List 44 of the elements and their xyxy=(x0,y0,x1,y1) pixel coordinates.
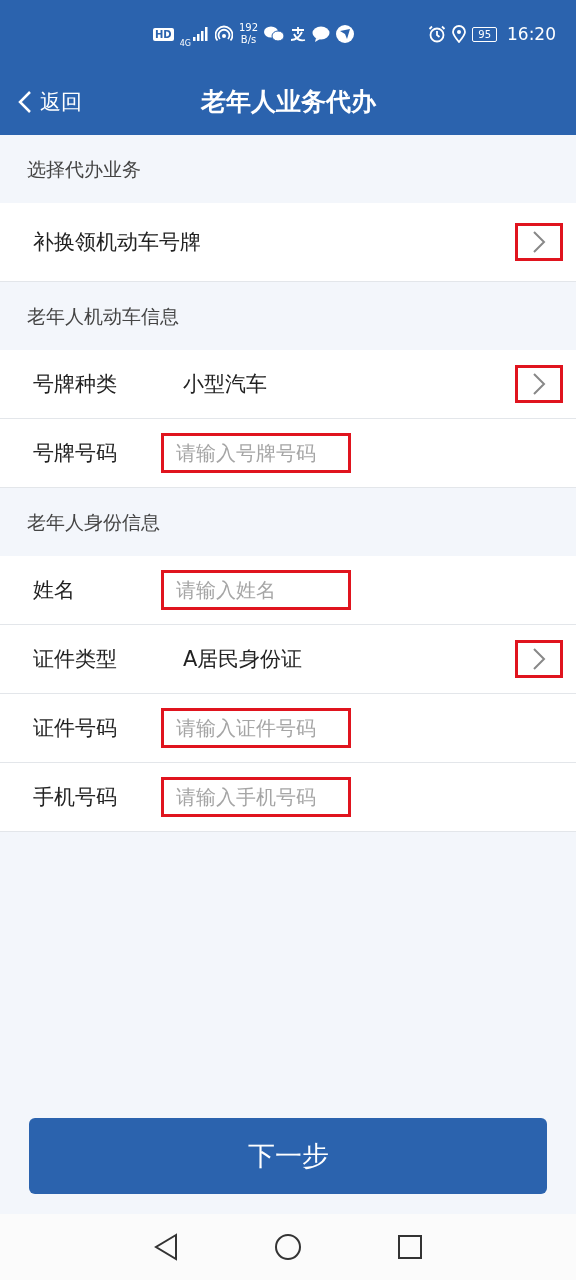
field-label: 证件号码 xyxy=(33,715,118,742)
back-chevron-icon xyxy=(18,90,32,114)
input-field[interactable]: 请输入证件号码 xyxy=(161,708,351,748)
field-label: 证件类型 xyxy=(33,646,118,673)
form-row[interactable]: 姓名 请输入姓名 xyxy=(0,556,576,625)
clock-time: 16:20 xyxy=(507,24,556,44)
form-row[interactable]: 证件号码 请输入证件号码 xyxy=(0,694,576,763)
home-nav-icon[interactable] xyxy=(274,1233,302,1261)
input-field[interactable]: 请输入姓名 xyxy=(161,570,351,610)
input-field[interactable]: 请输入手机号码 xyxy=(161,777,351,817)
location-icon xyxy=(452,25,467,43)
back-nav-icon[interactable] xyxy=(153,1233,179,1261)
form-row[interactable]: 号牌号码 请输入号牌号码 xyxy=(0,419,576,488)
form-row[interactable]: 证件类型 A居民身份证 xyxy=(0,625,576,694)
hd-badge: HD xyxy=(153,27,174,41)
section-title: 老年人身份信息 xyxy=(26,510,161,535)
page-title: 老年人业务代办 xyxy=(200,86,376,118)
speed-unit: B/s xyxy=(240,34,257,46)
field-value: 小型汽车 xyxy=(183,371,267,398)
field-label: 姓名 xyxy=(33,577,76,604)
next-step-button[interactable]: 下一步 xyxy=(29,1118,547,1194)
hotspot-icon xyxy=(214,25,233,43)
chat-bubbles-icon xyxy=(264,26,285,42)
section-title: 老年人机动车信息 xyxy=(26,304,180,329)
alarm-icon xyxy=(428,25,447,43)
form-row[interactable]: 补换领机动车号牌 xyxy=(0,203,576,282)
send-icon xyxy=(336,25,355,43)
field-label: 号牌号码 xyxy=(33,440,118,467)
battery-icon: 95 xyxy=(472,26,497,42)
section-title: 选择代办业务 xyxy=(26,157,142,182)
field-label: 号牌种类 xyxy=(33,371,118,398)
recents-nav-icon[interactable] xyxy=(397,1234,423,1260)
field-label: 补换领机动车号牌 xyxy=(33,229,201,256)
form-row[interactable]: 手机号码 请输入手机号码 xyxy=(0,763,576,832)
field-label: 手机号码 xyxy=(33,784,118,811)
input-field[interactable]: 请输入号牌号码 xyxy=(161,433,351,473)
signal-icon xyxy=(192,27,209,41)
speed-value: 192 xyxy=(238,22,259,34)
message-icon xyxy=(312,26,331,42)
back-button[interactable]: 返回 xyxy=(18,88,82,116)
field-value: A居民身份证 xyxy=(183,646,303,673)
form-row[interactable]: 号牌种类 小型汽车 xyxy=(0,350,576,419)
network-label: 4G xyxy=(179,38,191,48)
pay-icon xyxy=(290,26,307,42)
